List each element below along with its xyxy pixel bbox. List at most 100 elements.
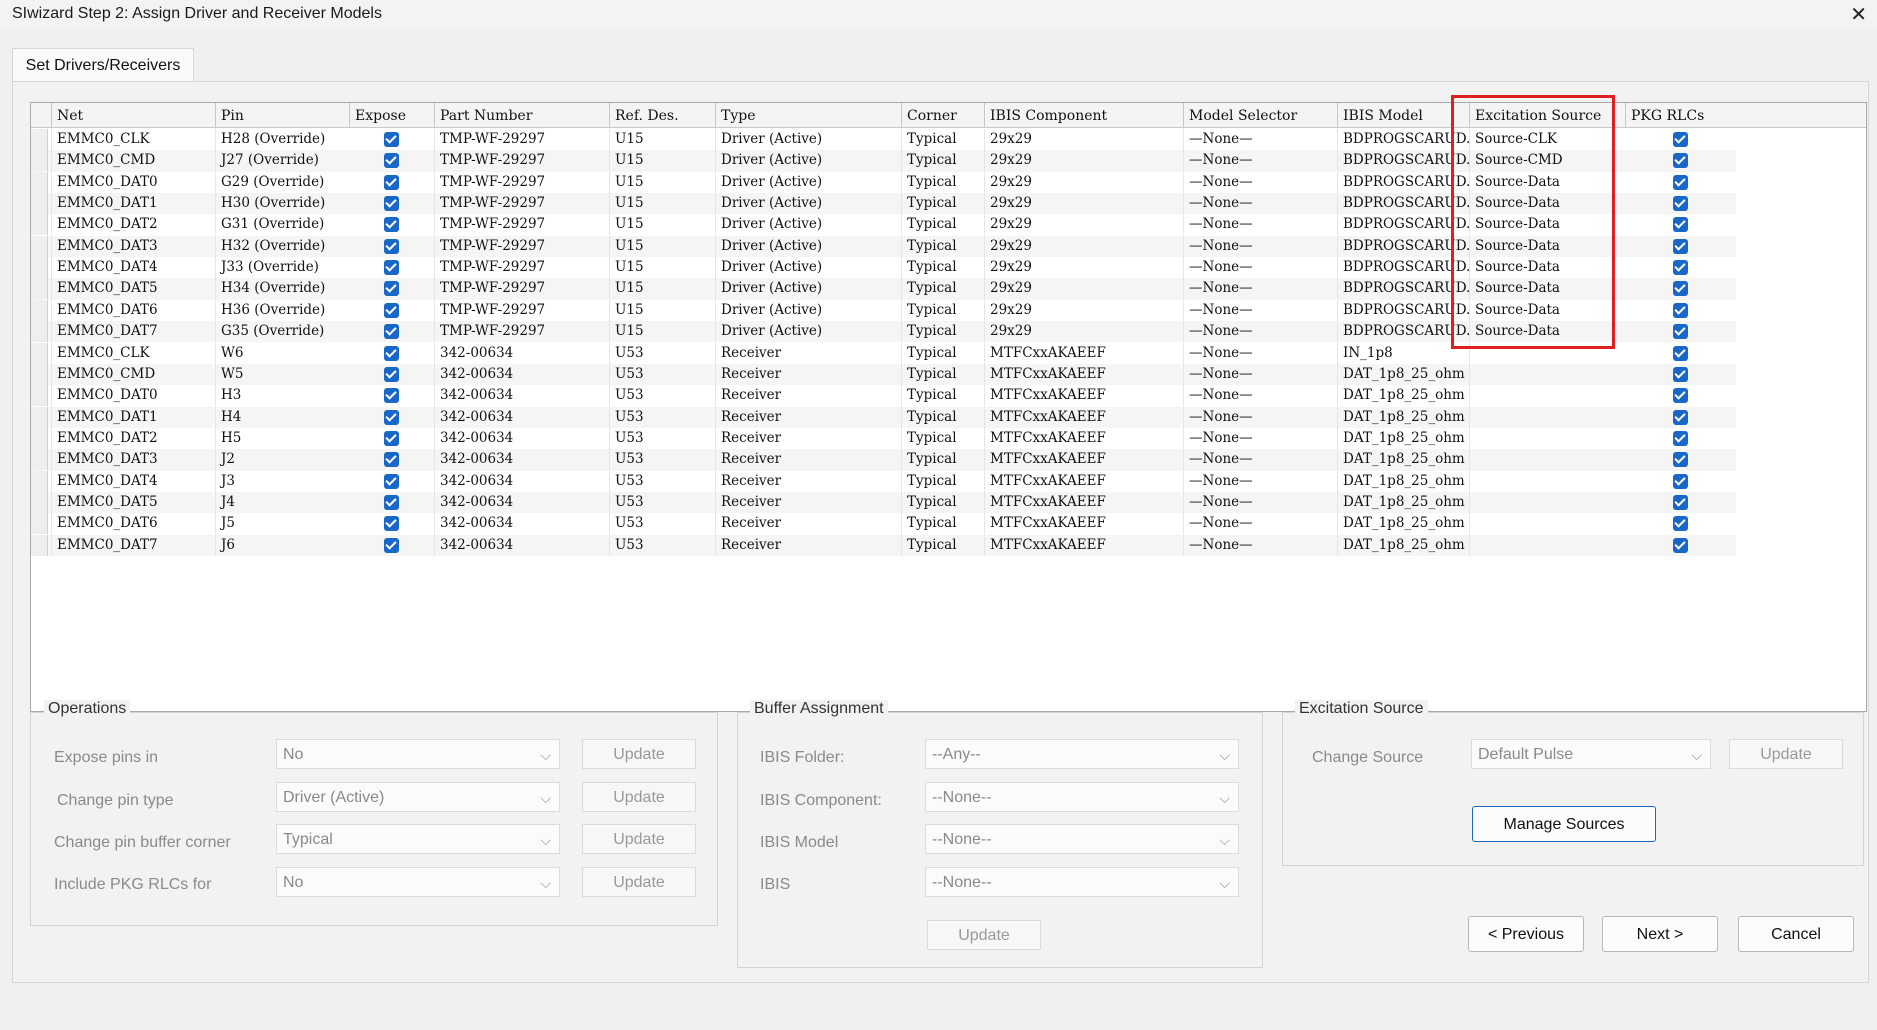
corner-select[interactable]: Typical ⌵ <box>276 824 560 854</box>
table-row[interactable]: EMMC0_DAT3 J2 342-00634 U53 Receiver Typical M… <box>31 449 1736 471</box>
cell-part-number[interactable]: 342-00634 <box>434 513 609 535</box>
column-header-ref-des[interactable]: Ref. Des. <box>609 103 715 127</box>
ibis-component-select[interactable]: --None-- ⌵ <box>925 782 1239 812</box>
cell-model-selector[interactable]: —None— <box>1183 385 1337 407</box>
table-row[interactable]: EMMC0_DAT6 J5 342-00634 U53 Receiver Typical M… <box>31 513 1736 535</box>
cell-ibis-component[interactable]: 29x29 <box>984 257 1183 279</box>
cell-ref-des[interactable]: U53 <box>609 449 715 471</box>
cell-corner[interactable]: Typical <box>901 193 984 215</box>
cell-corner[interactable]: Typical <box>901 278 984 300</box>
cell-ibis-model[interactable]: DAT_1p8_25_ohm <box>1337 449 1469 471</box>
row-header[interactable] <box>31 193 48 215</box>
cell-ibis-model[interactable]: DAT_1p8_25_ohm <box>1337 470 1469 492</box>
cell-corner[interactable]: Typical <box>901 299 984 321</box>
cell-pin[interactable]: H28 (Override) <box>215 129 349 150</box>
cell-type[interactable]: Driver (Active) <box>715 171 901 193</box>
cell-pin[interactable]: H34 (Override) <box>215 278 349 300</box>
pkg-rlcs-checkbox[interactable] <box>1673 260 1688 276</box>
manage-sources-button[interactable]: Manage Sources <box>1472 806 1656 842</box>
cell-ibis-component[interactable]: 29x29 <box>984 321 1183 343</box>
column-header-pin[interactable]: Pin <box>215 103 349 127</box>
table-row[interactable]: EMMC0_CLK W6 342-00634 U53 Receiver Typical MT… <box>31 342 1736 364</box>
table-row[interactable]: EMMC0_DAT5 J4 342-00634 U53 Receiver Typical M… <box>31 491 1736 514</box>
cell-part-number[interactable]: 342-00634 <box>434 406 609 428</box>
table-row[interactable]: EMMC0_CLK H28 (Override) TMP-WF-29297 U15 Dr… <box>31 129 1736 150</box>
row-header[interactable] <box>31 257 48 279</box>
expose-checkbox[interactable] <box>383 537 399 553</box>
pkg-select[interactable]: No ⌵ <box>276 867 560 897</box>
expose-checkbox[interactable] <box>383 132 399 147</box>
cell-type[interactable]: Receiver <box>715 363 901 385</box>
row-header[interactable] <box>31 385 48 407</box>
cell-ibis-component[interactable]: MTFCxxAKAEEF <box>984 470 1183 492</box>
column-header-ibis-model[interactable]: IBIS Model <box>1337 103 1469 127</box>
cell-corner[interactable]: Typical <box>901 150 984 172</box>
cell-pin[interactable]: W5 <box>215 363 349 385</box>
cell-ibis-model[interactable]: DAT_1p8_25_ohm <box>1337 427 1469 449</box>
cell-ibis-model[interactable]: DAT_1p8_25_ohm <box>1337 534 1469 556</box>
cell-ref-des[interactable]: U15 <box>609 150 715 172</box>
cell-model-selector[interactable]: —None— <box>1183 449 1337 471</box>
cell-ibis-model[interactable]: IN_1p8 <box>1337 342 1469 364</box>
row-header[interactable] <box>31 363 48 385</box>
cell-ibis-model[interactable]: BDPROGSCARUD.. <box>1337 150 1469 172</box>
table-row[interactable]: EMMC0_DAT5 H34 (Override) TMP-WF-29297 U15 D… <box>31 278 1736 300</box>
cell-model-selector[interactable]: —None— <box>1183 427 1337 449</box>
cell-model-selector[interactable]: —None— <box>1183 235 1337 257</box>
row-header[interactable] <box>31 427 48 449</box>
cell-ibis-component[interactable]: 29x29 <box>984 214 1183 236</box>
cell-type[interactable]: Receiver <box>715 342 901 364</box>
cell-part-number[interactable]: TMP-WF-29297 <box>434 235 609 257</box>
cell-net[interactable]: EMMC0_DAT5 <box>51 278 215 300</box>
cell-excitation-source[interactable] <box>1469 427 1625 449</box>
cell-excitation-source[interactable] <box>1469 449 1625 471</box>
cell-excitation-source[interactable]: Source-Data <box>1469 235 1625 257</box>
cell-type[interactable]: Receiver <box>715 513 901 535</box>
cell-ibis-model[interactable]: DAT_1p8_25_ohm <box>1337 385 1469 407</box>
cell-ref-des[interactable]: U53 <box>609 513 715 535</box>
pkg-rlcs-checkbox[interactable] <box>1673 430 1688 446</box>
cell-pin[interactable]: H5 <box>215 427 349 449</box>
pkg-rlcs-checkbox[interactable] <box>1673 217 1688 233</box>
expose-checkbox[interactable] <box>383 409 399 425</box>
cell-ref-des[interactable]: U15 <box>609 257 715 279</box>
cell-model-selector[interactable]: —None— <box>1183 513 1337 535</box>
row-header[interactable] <box>31 449 48 471</box>
column-header-pkg-rlcs[interactable]: PKG RLCs <box>1625 103 1737 127</box>
cell-corner[interactable]: Typical <box>901 449 984 471</box>
table-row[interactable]: EMMC0_DAT2 H5 342-00634 U53 Receiver Typical M… <box>31 427 1736 449</box>
cell-net[interactable]: EMMC0_DAT7 <box>51 321 215 343</box>
column-header-corner[interactable]: Corner <box>901 103 984 127</box>
cell-corner[interactable]: Typical <box>901 129 984 150</box>
cell-ref-des[interactable]: U15 <box>609 321 715 343</box>
cell-excitation-source[interactable] <box>1469 491 1625 513</box>
expose-checkbox[interactable] <box>383 516 399 532</box>
expose-checkbox[interactable] <box>383 302 399 318</box>
row-header[interactable] <box>31 299 48 321</box>
cell-ref-des[interactable]: U53 <box>609 534 715 556</box>
pintype-select[interactable]: Driver (Active) ⌵ <box>276 782 560 812</box>
cell-ibis-model[interactable]: BDPROGSCARUD.. <box>1337 193 1469 215</box>
cell-ref-des[interactable]: U53 <box>609 385 715 407</box>
cell-pin[interactable]: J2 <box>215 449 349 471</box>
cell-corner[interactable]: Typical <box>901 342 984 364</box>
pkg-rlcs-checkbox[interactable] <box>1673 345 1688 361</box>
buffer-update-button[interactable]: Update <box>927 920 1041 950</box>
cell-excitation-source[interactable] <box>1469 385 1625 407</box>
cell-ibis-model[interactable]: BDPROGSCARUD.. <box>1337 257 1469 279</box>
expose-checkbox[interactable] <box>383 174 399 190</box>
pkg-rlcs-checkbox[interactable] <box>1673 366 1688 382</box>
cell-pin[interactable]: W6 <box>215 342 349 364</box>
expose-checkbox[interactable] <box>383 388 399 404</box>
cell-pin[interactable]: J5 <box>215 513 349 535</box>
pkg-rlcs-checkbox[interactable] <box>1673 302 1688 318</box>
pkg-rlcs-checkbox[interactable] <box>1673 132 1688 147</box>
pkg-rlcs-checkbox[interactable] <box>1673 494 1688 510</box>
expose-checkbox[interactable] <box>383 217 399 233</box>
cell-ref-des[interactable]: U53 <box>609 342 715 364</box>
cell-pin[interactable]: H3 <box>215 385 349 407</box>
cell-part-number[interactable]: 342-00634 <box>434 534 609 556</box>
cell-ref-des[interactable]: U15 <box>609 235 715 257</box>
expose-checkbox[interactable] <box>383 324 399 340</box>
column-header-type[interactable]: Type <box>715 103 901 127</box>
